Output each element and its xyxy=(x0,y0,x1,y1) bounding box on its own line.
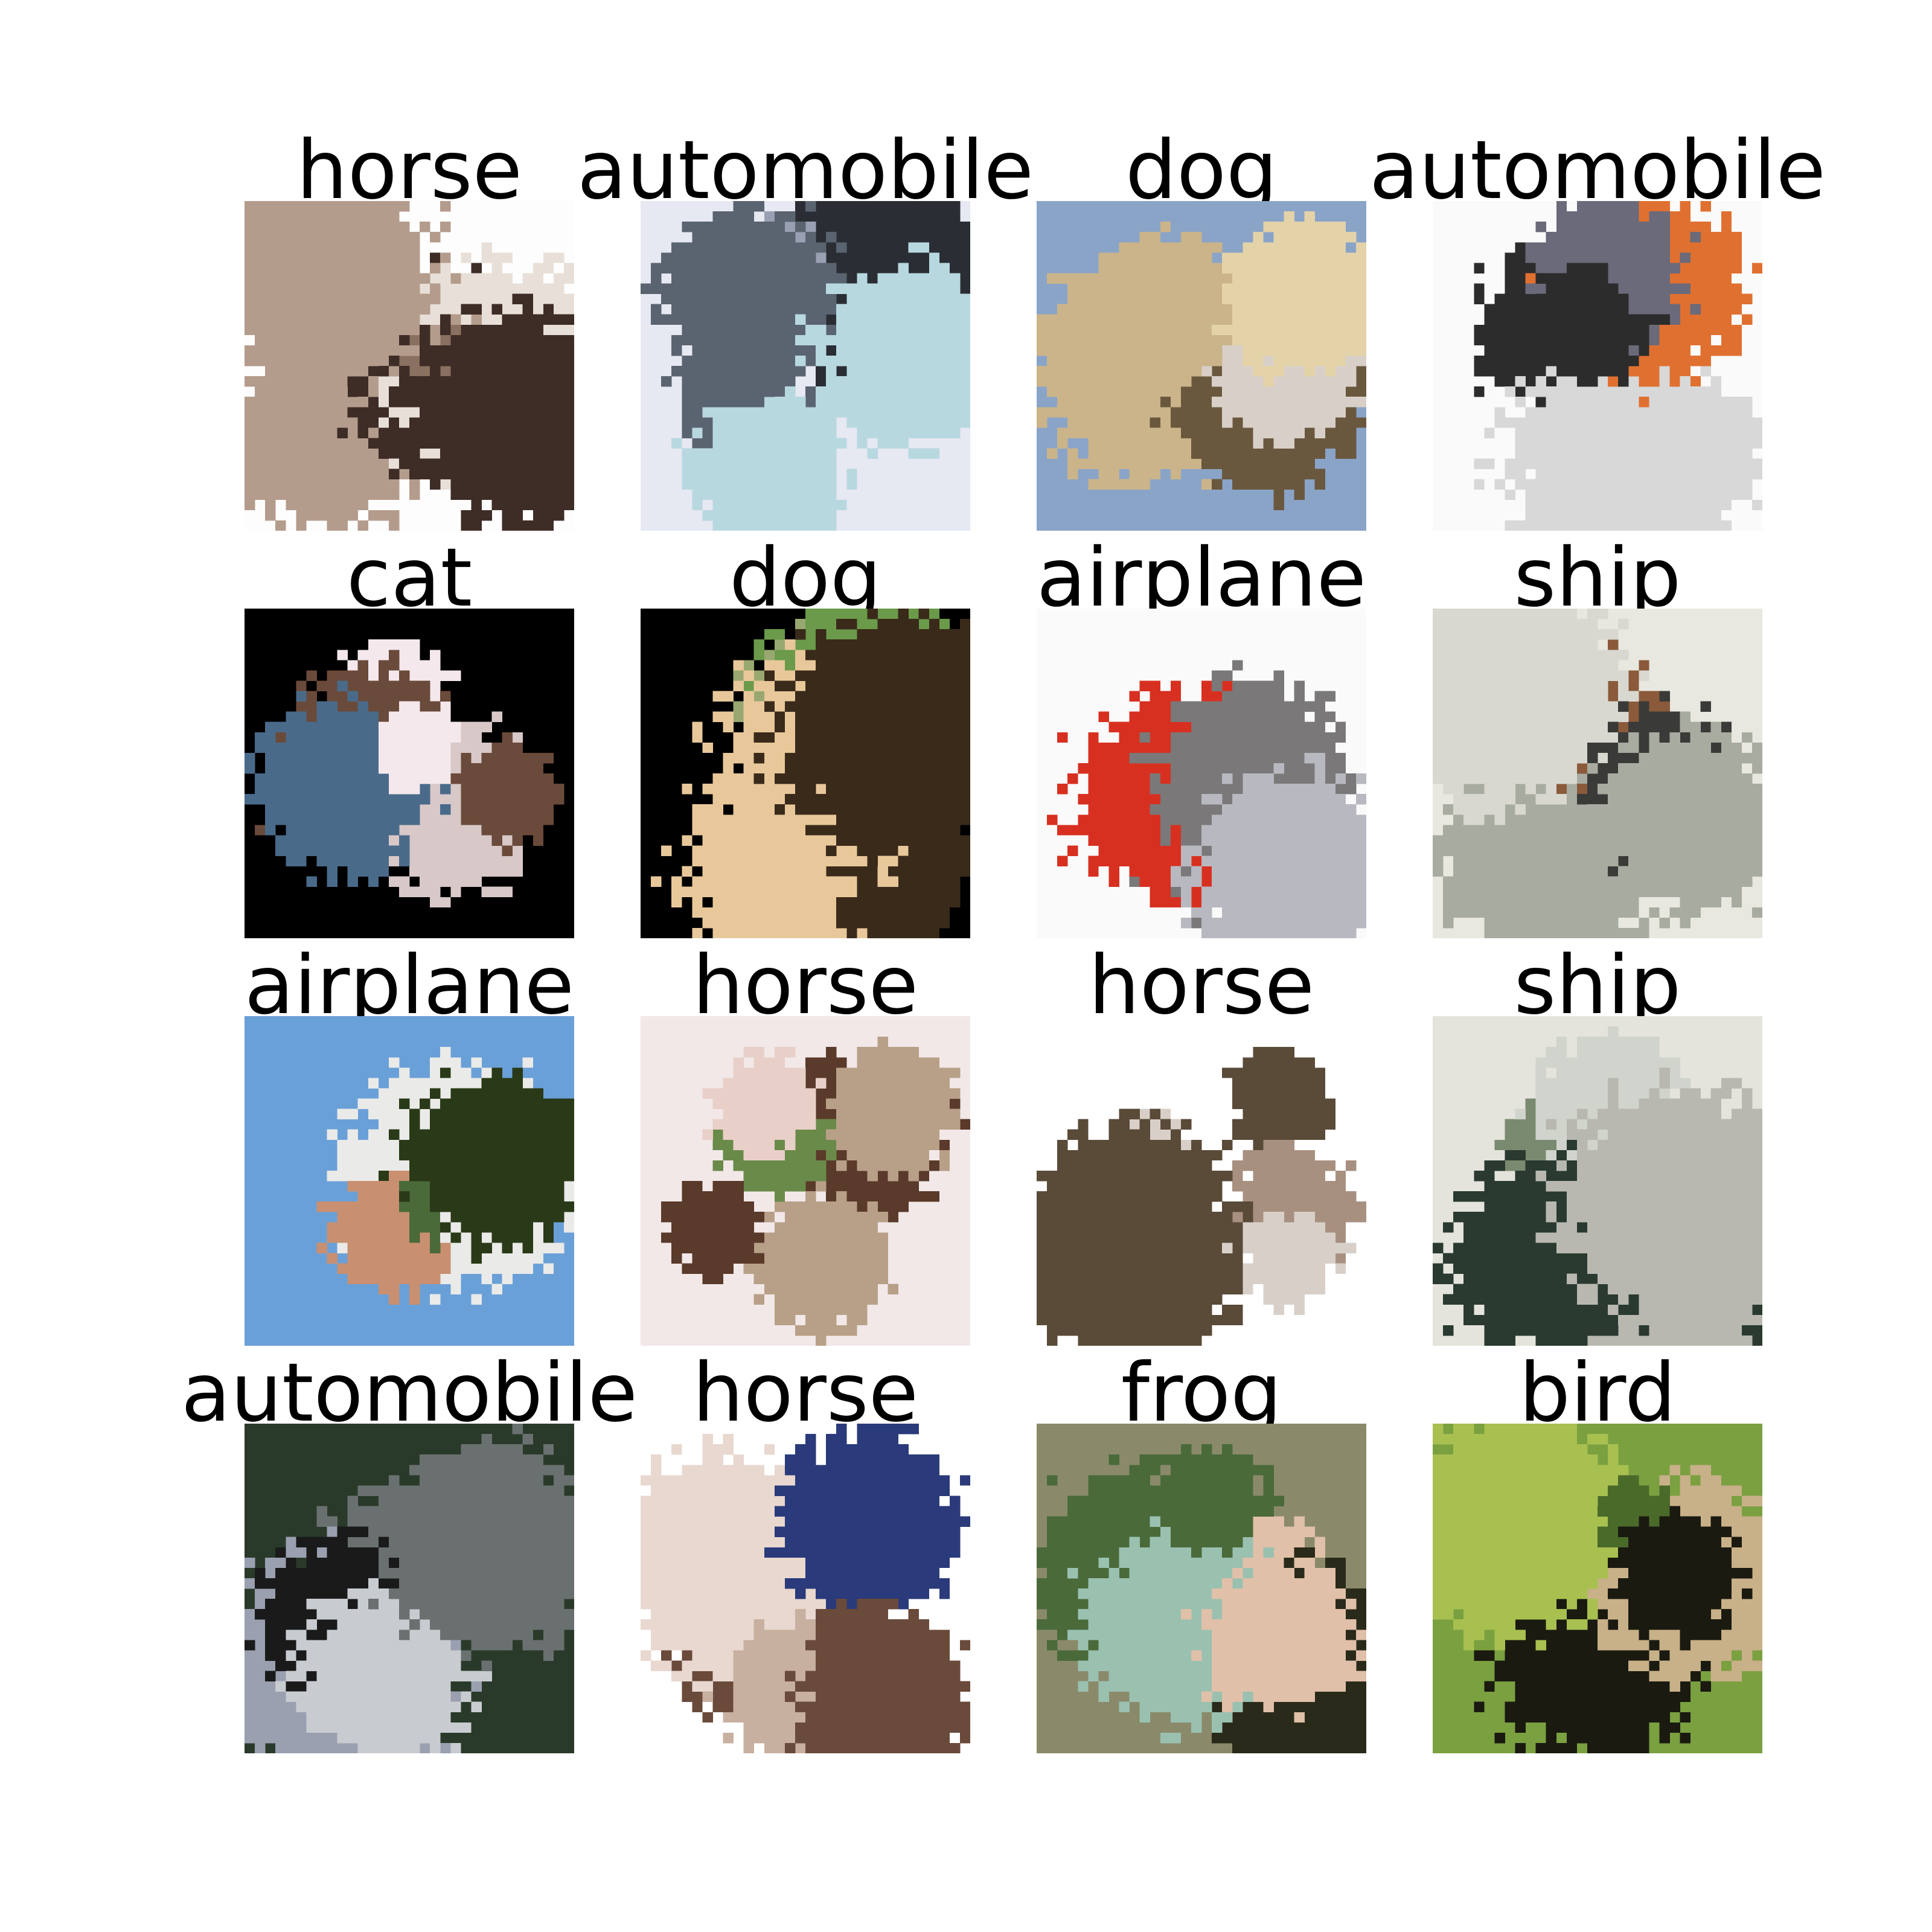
sample-image xyxy=(1433,201,1762,531)
grid-cell: automobile xyxy=(1369,130,1826,531)
grid-cell: ship xyxy=(1433,945,1762,1346)
grid-cell: bird xyxy=(1433,1352,1762,1753)
image-label: bird xyxy=(1312,1352,1883,1433)
sample-image xyxy=(641,609,970,938)
image-grid: horse automobile dog automobile cat dog airpla… xyxy=(0,0,1932,1932)
sample-image xyxy=(245,1016,574,1346)
sample-image xyxy=(1037,1016,1366,1346)
grid-cell: ship xyxy=(1433,537,1762,938)
sample-image xyxy=(1037,609,1366,938)
sample-image xyxy=(641,1424,970,1753)
sample-image xyxy=(245,609,574,938)
image-label: automobile xyxy=(1312,130,1883,211)
sample-image xyxy=(641,1016,970,1346)
sample-image xyxy=(1433,1016,1762,1346)
sample-image xyxy=(245,1424,574,1753)
image-label: ship xyxy=(1312,537,1883,618)
sample-image xyxy=(1433,1424,1762,1753)
sample-image xyxy=(641,201,970,531)
sample-image xyxy=(245,201,574,531)
sample-image xyxy=(1037,201,1366,531)
sample-image xyxy=(1037,1424,1366,1753)
sample-image xyxy=(1433,609,1762,938)
image-label: ship xyxy=(1312,945,1883,1026)
